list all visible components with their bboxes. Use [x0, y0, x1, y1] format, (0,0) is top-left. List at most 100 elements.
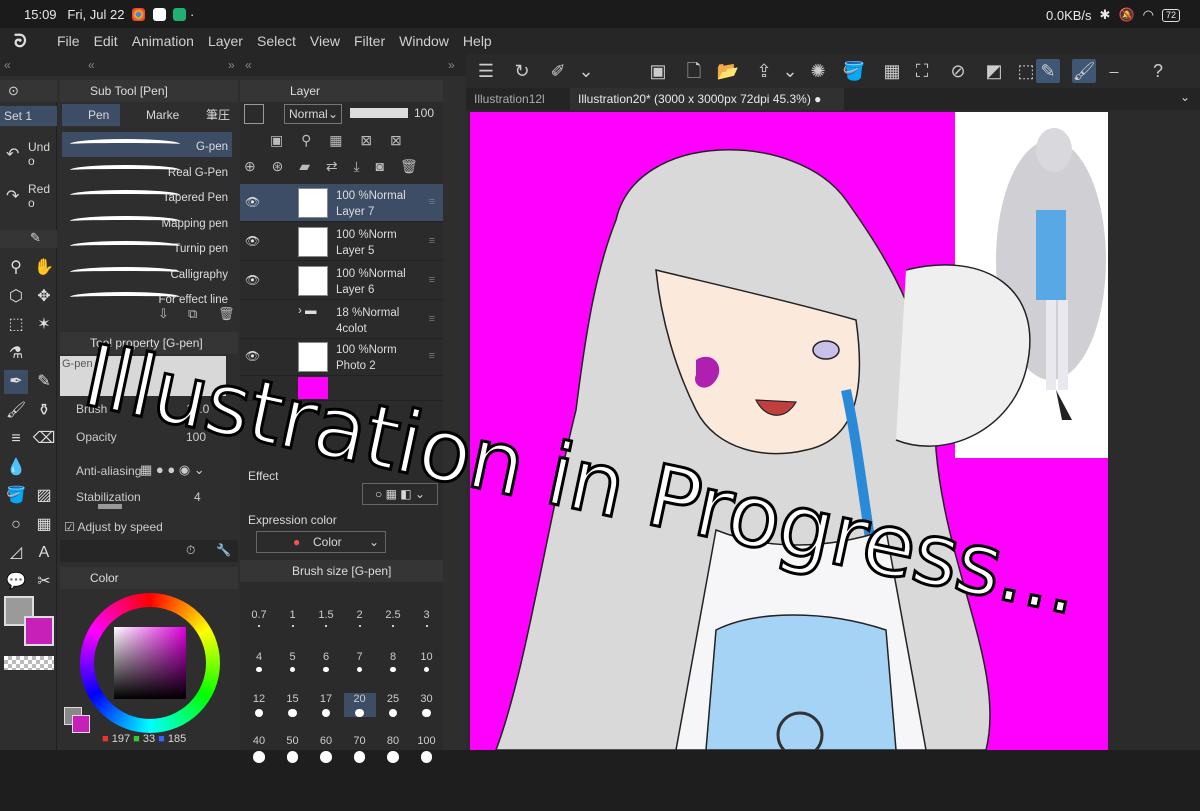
figure-icon[interactable]: ○	[4, 513, 28, 537]
merge-icon[interactable]: ⤓	[354, 158, 360, 174]
move-icon[interactable]: ✥	[32, 285, 56, 309]
brush-item[interactable]: Real G-Pen	[62, 158, 232, 183]
menu-help[interactable]: Help	[463, 33, 492, 49]
layer-partial-row[interactable]	[240, 375, 443, 401]
blank2-icon[interactable]	[32, 456, 56, 480]
saturation-box[interactable]	[114, 627, 186, 699]
brush-size-option[interactable]: 4	[243, 651, 275, 673]
loading-icon[interactable]: ✺	[806, 59, 830, 83]
brush-size-option[interactable]: 1	[277, 609, 309, 627]
help-icon[interactable]: ?	[1146, 59, 1170, 83]
text-icon[interactable]: A	[32, 541, 56, 565]
fill-bucket-icon[interactable]: 🪣	[842, 59, 866, 83]
new-vector-layer-icon[interactable]: ⊛	[272, 158, 284, 174]
settings-wrench-icon[interactable]: 🔧	[216, 543, 231, 557]
transparent-swatch[interactable]	[4, 656, 54, 670]
brush-size-option[interactable]: 25	[377, 693, 409, 718]
menu-layer[interactable]: Layer	[208, 33, 243, 49]
drag-handle-icon[interactable]: ≡	[429, 235, 435, 247]
eye-icon[interactable]: 👁	[245, 195, 260, 209]
menu-file[interactable]: File	[57, 33, 80, 49]
brush-size-option[interactable]: 8	[377, 651, 409, 673]
tabs-collapse-icon[interactable]: ⌄	[1180, 90, 1190, 104]
collapse-icon[interactable]: »	[228, 54, 235, 76]
brush-size-option[interactable]: 2.5	[377, 609, 409, 627]
brush-icon[interactable]: 🖌	[4, 399, 28, 423]
brush-size-option[interactable]: 6	[310, 651, 342, 673]
brush-size-option[interactable]: 17	[310, 693, 342, 718]
airbrush-icon[interactable]: ⚱	[32, 399, 56, 423]
adjust-speed-row[interactable]: ☑ Adjust by speed	[64, 520, 163, 534]
pen-tab-icon[interactable]: ✎	[30, 230, 41, 246]
collapse-icon[interactable]: «	[4, 54, 11, 76]
tab-illustration12[interactable]: Illustration12l	[466, 88, 566, 110]
layer-row[interactable]: 👁 100 %Norm Photo 2 ≡	[240, 338, 443, 376]
expression-color-select[interactable]: ● Color ⌄	[256, 531, 386, 553]
tab-illustration20[interactable]: Illustration20* (3000 x 3000px 72dpi 45.…	[570, 88, 844, 110]
close-icon[interactable]: ●	[814, 92, 821, 106]
menu-window[interactable]: Window	[399, 33, 449, 49]
layer-opacity-slider[interactable]	[350, 108, 408, 118]
antialias-row[interactable]: Anti-aliasing ▦ ● ● ◉ ⌄	[76, 462, 205, 478]
balloon-icon[interactable]: 💬	[4, 570, 28, 594]
stabilization-slider[interactable]	[98, 504, 122, 509]
pen-tool-icon[interactable]: ✒	[4, 370, 28, 394]
new-canvas-icon[interactable]: 🗋	[682, 59, 706, 83]
layer-row[interactable]: 👁 100 %Normal Layer 6 ≡	[240, 262, 443, 300]
decoration-icon[interactable]: ≡	[4, 427, 28, 451]
selection-border-icon[interactable]: ⬚	[1014, 59, 1038, 83]
eye-icon[interactable]: 👁	[245, 349, 260, 363]
redo-button[interactable]: ↷ Redo	[2, 178, 56, 214]
brush-size-option[interactable]: 2	[344, 609, 376, 627]
eye-icon[interactable]: 👁	[245, 234, 260, 248]
antialias-icons[interactable]: ▦ ● ● ◉ ⌄	[140, 462, 205, 478]
blend-mode-select[interactable]: Normal ⌄	[284, 104, 342, 124]
line-correction-icon[interactable]: ✂	[32, 570, 56, 594]
undo-button[interactable]: ↶ Undo	[2, 136, 56, 172]
sub-color-swatch[interactable]	[24, 616, 54, 646]
drag-handle-icon[interactable]: ≡	[429, 350, 435, 362]
blend-icon[interactable]: 💧	[4, 456, 28, 480]
brush-item[interactable]: Turnip pen	[62, 234, 232, 259]
ruler-line-icon[interactable]: ⎯	[1102, 59, 1126, 83]
drag-handle-icon[interactable]: ≡	[429, 274, 435, 286]
canvas-area[interactable]	[466, 110, 1200, 750]
new-folder-icon[interactable]: ▰	[299, 158, 310, 174]
hand-icon[interactable]: ✋	[32, 256, 56, 280]
clip-icon[interactable]: ▣	[270, 132, 283, 148]
app-logo-icon[interactable]: ᘒ	[14, 31, 27, 52]
set-selector[interactable]: Set 1	[0, 106, 57, 126]
brush-size-option[interactable]: 80	[377, 735, 409, 763]
brush-item[interactable]: For effect line	[62, 285, 232, 310]
stabilization-row[interactable]: Stabilization 4	[76, 490, 201, 504]
opacity-row[interactable]: Opacity 100	[76, 430, 206, 444]
brush-size-row[interactable]: Brush 10.0	[76, 402, 209, 416]
brush-size-option[interactable]: 10	[411, 651, 443, 673]
eraser-icon[interactable]: ⌫	[32, 427, 56, 451]
brush-tool-icon[interactable]: 🖌	[1072, 59, 1096, 83]
lock-transparent-icon[interactable]: ▦	[329, 132, 342, 148]
auto-select-icon[interactable]: ✶	[32, 313, 56, 337]
collapse-icon[interactable]: «	[88, 54, 95, 76]
subtool-tab-marker[interactable]: Marke	[122, 104, 180, 126]
dropdown-icon[interactable]: ⌄	[574, 59, 598, 83]
color-wheel[interactable]	[80, 593, 220, 733]
collapse-icon[interactable]: »	[448, 54, 455, 76]
brush-item[interactable]: G-pen	[62, 132, 232, 157]
navigator-icon[interactable]: ⊙	[8, 83, 19, 99]
open-icon[interactable]: 📂	[716, 59, 740, 83]
brush-item[interactable]: Tapered Pen	[62, 183, 232, 208]
brush-item[interactable]: Calligraphy	[62, 260, 232, 285]
draft-icon[interactable]: ⊠	[390, 132, 402, 148]
effect-buttons[interactable]: ○ ▦ ◧ ⌄	[362, 483, 438, 505]
menu-edit[interactable]: Edit	[94, 33, 118, 49]
layer-new-icon[interactable]: ▣	[646, 59, 670, 83]
brush-size-option[interactable]: 100	[411, 735, 443, 763]
brush-size-option[interactable]: 40	[243, 735, 275, 763]
collapse-icon[interactable]: «	[245, 54, 252, 76]
delete-layer-icon[interactable]: 🗑	[400, 158, 418, 174]
menu-filter[interactable]: Filter	[354, 33, 385, 49]
new-raster-layer-icon[interactable]: ⊕	[244, 158, 256, 174]
reference-icon[interactable]: ⊠	[360, 132, 372, 148]
grid-icon[interactable]: ▦	[880, 59, 904, 83]
